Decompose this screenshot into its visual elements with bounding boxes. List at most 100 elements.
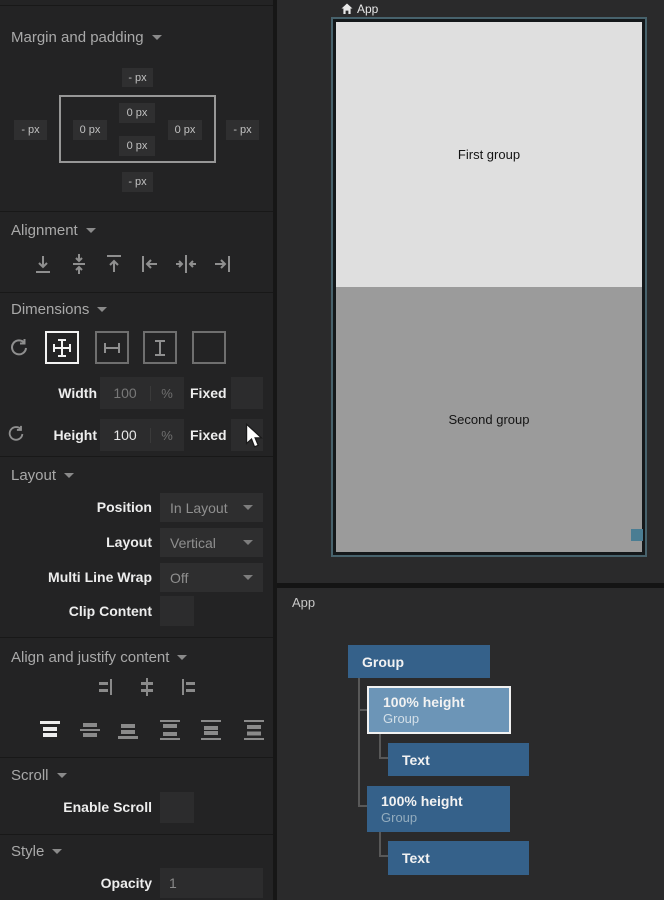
padding-right-value[interactable]: 0 px <box>168 120 202 140</box>
chevron-down-icon <box>57 773 67 778</box>
justify-end-button[interactable] <box>115 717 141 743</box>
tree-node-label: Text <box>402 850 529 866</box>
justify-start-icon <box>37 717 63 743</box>
content-align-center-button[interactable] <box>137 677 157 697</box>
padding-top-value[interactable]: 0 px <box>119 103 155 123</box>
divider <box>0 5 273 6</box>
divider <box>0 834 273 835</box>
tree-node-text-2[interactable]: Text <box>388 841 529 875</box>
first-group[interactable]: First group <box>336 22 642 287</box>
divider <box>0 637 273 638</box>
position-label: Position <box>0 493 152 522</box>
tree-node-100-height-group-selected[interactable]: 100% height Group <box>367 686 511 734</box>
resize-handle[interactable] <box>631 529 643 541</box>
justify-center-packed-button[interactable] <box>198 717 224 743</box>
layer-tree-panel: App Group 100% height Group Text 100% he… <box>277 588 664 900</box>
layout-dropdown[interactable]: Vertical <box>160 528 263 557</box>
first-group-label: First group <box>458 147 520 162</box>
width-value[interactable]: 100 <box>100 385 150 401</box>
height-value[interactable]: 100 <box>100 427 150 443</box>
justify-center-button[interactable] <box>77 717 103 743</box>
size-height-icon <box>148 336 172 360</box>
app-frame[interactable]: First group Second group <box>331 17 647 557</box>
justify-center-packed-icon <box>198 717 224 743</box>
align-top-button[interactable] <box>102 252 126 276</box>
justify-space-between-icon <box>157 717 183 743</box>
height-unit[interactable]: % <box>150 428 183 443</box>
align-right-button[interactable] <box>210 252 234 276</box>
divider <box>0 211 273 212</box>
justify-space-between-button[interactable] <box>157 717 183 743</box>
justify-center-icon <box>77 717 103 743</box>
width-fixed-checkbox[interactable] <box>231 377 263 409</box>
mouse-cursor <box>245 423 263 454</box>
justify-start-button[interactable] <box>37 717 63 743</box>
justify-end-icon <box>115 717 141 743</box>
size-mode-both-button[interactable] <box>45 331 79 364</box>
enable-scroll-checkbox[interactable] <box>160 792 194 823</box>
opacity-input[interactable]: 1 <box>160 868 263 898</box>
align-center-vertical-icon <box>67 252 91 276</box>
reset-dimensions-button[interactable] <box>8 337 30 359</box>
height-input[interactable]: 100 % <box>100 419 184 451</box>
section-header-scroll[interactable]: Scroll <box>11 766 67 784</box>
properties-panel: Margin and padding - px - px - px - px 0… <box>0 0 273 900</box>
size-mode-width-button[interactable] <box>95 331 129 364</box>
content-align-right-icon <box>96 677 116 697</box>
section-title: Margin and padding <box>11 29 144 46</box>
justify-space-evenly-button[interactable] <box>241 717 267 743</box>
canvas-area: App First group Second group <box>277 0 664 583</box>
tree-node-group[interactable]: Group <box>348 645 490 678</box>
clip-content-checkbox[interactable] <box>160 596 194 626</box>
section-header-style[interactable]: Style <box>11 842 62 860</box>
align-left-icon <box>138 252 162 276</box>
align-bottom-icon <box>31 252 55 276</box>
home-icon <box>341 3 353 15</box>
section-header-margin-padding[interactable]: Margin and padding <box>11 28 162 46</box>
padding-left-value[interactable]: 0 px <box>73 120 107 140</box>
justify-space-evenly-icon <box>241 717 267 743</box>
align-bottom-button[interactable] <box>31 252 55 276</box>
align-center-vertical-button[interactable] <box>67 252 91 276</box>
reset-icon <box>8 337 30 359</box>
tree-node-label: Group <box>362 654 490 670</box>
multi-line-wrap-dropdown[interactable]: Off <box>160 563 263 592</box>
align-left-button[interactable] <box>138 252 162 276</box>
tree-title: App <box>292 595 315 610</box>
margin-left-value[interactable]: - px <box>14 120 47 140</box>
tree-node-100-height-group-2[interactable]: 100% height Group <box>367 786 510 832</box>
opacity-label: Opacity <box>0 868 152 898</box>
width-unit[interactable]: % <box>150 386 183 401</box>
chevron-down-icon <box>52 849 62 854</box>
width-input[interactable]: 100 % <box>100 377 184 409</box>
position-dropdown[interactable]: In Layout <box>160 493 263 522</box>
tree-connector <box>379 831 381 857</box>
chevron-down-icon <box>243 540 253 545</box>
section-title: Layout <box>11 467 56 484</box>
content-align-center-icon <box>137 677 157 697</box>
chevron-down-icon <box>177 655 187 660</box>
section-header-alignment[interactable]: Alignment <box>11 221 96 239</box>
tree-node-text-1[interactable]: Text <box>388 743 529 776</box>
app-frame-content: First group Second group <box>336 22 642 552</box>
section-header-layout[interactable]: Layout <box>11 466 74 484</box>
size-mode-none-button[interactable] <box>192 331 226 364</box>
opacity-value: 1 <box>169 875 177 891</box>
content-align-left-button[interactable] <box>178 677 198 697</box>
section-title: Align and justify content <box>11 649 169 666</box>
section-header-align-justify[interactable]: Align and justify content <box>11 648 187 666</box>
margin-top-value[interactable]: - px <box>122 68 153 87</box>
padding-bottom-value[interactable]: 0 px <box>119 136 155 156</box>
second-group[interactable]: Second group <box>336 287 642 552</box>
chevron-down-icon <box>64 473 74 478</box>
chevron-down-icon <box>152 35 162 40</box>
canvas-breadcrumb[interactable]: App <box>341 1 378 16</box>
content-align-right-button[interactable] <box>96 677 116 697</box>
align-center-horizontal-button[interactable] <box>174 252 198 276</box>
section-header-dimensions[interactable]: Dimensions <box>11 300 107 318</box>
margin-bottom-value[interactable]: - px <box>122 172 153 192</box>
size-mode-height-button[interactable] <box>143 331 177 364</box>
tree-node-label: 100% height <box>381 793 510 809</box>
width-fixed-label: Fixed <box>190 377 224 409</box>
margin-right-value[interactable]: - px <box>226 120 259 140</box>
